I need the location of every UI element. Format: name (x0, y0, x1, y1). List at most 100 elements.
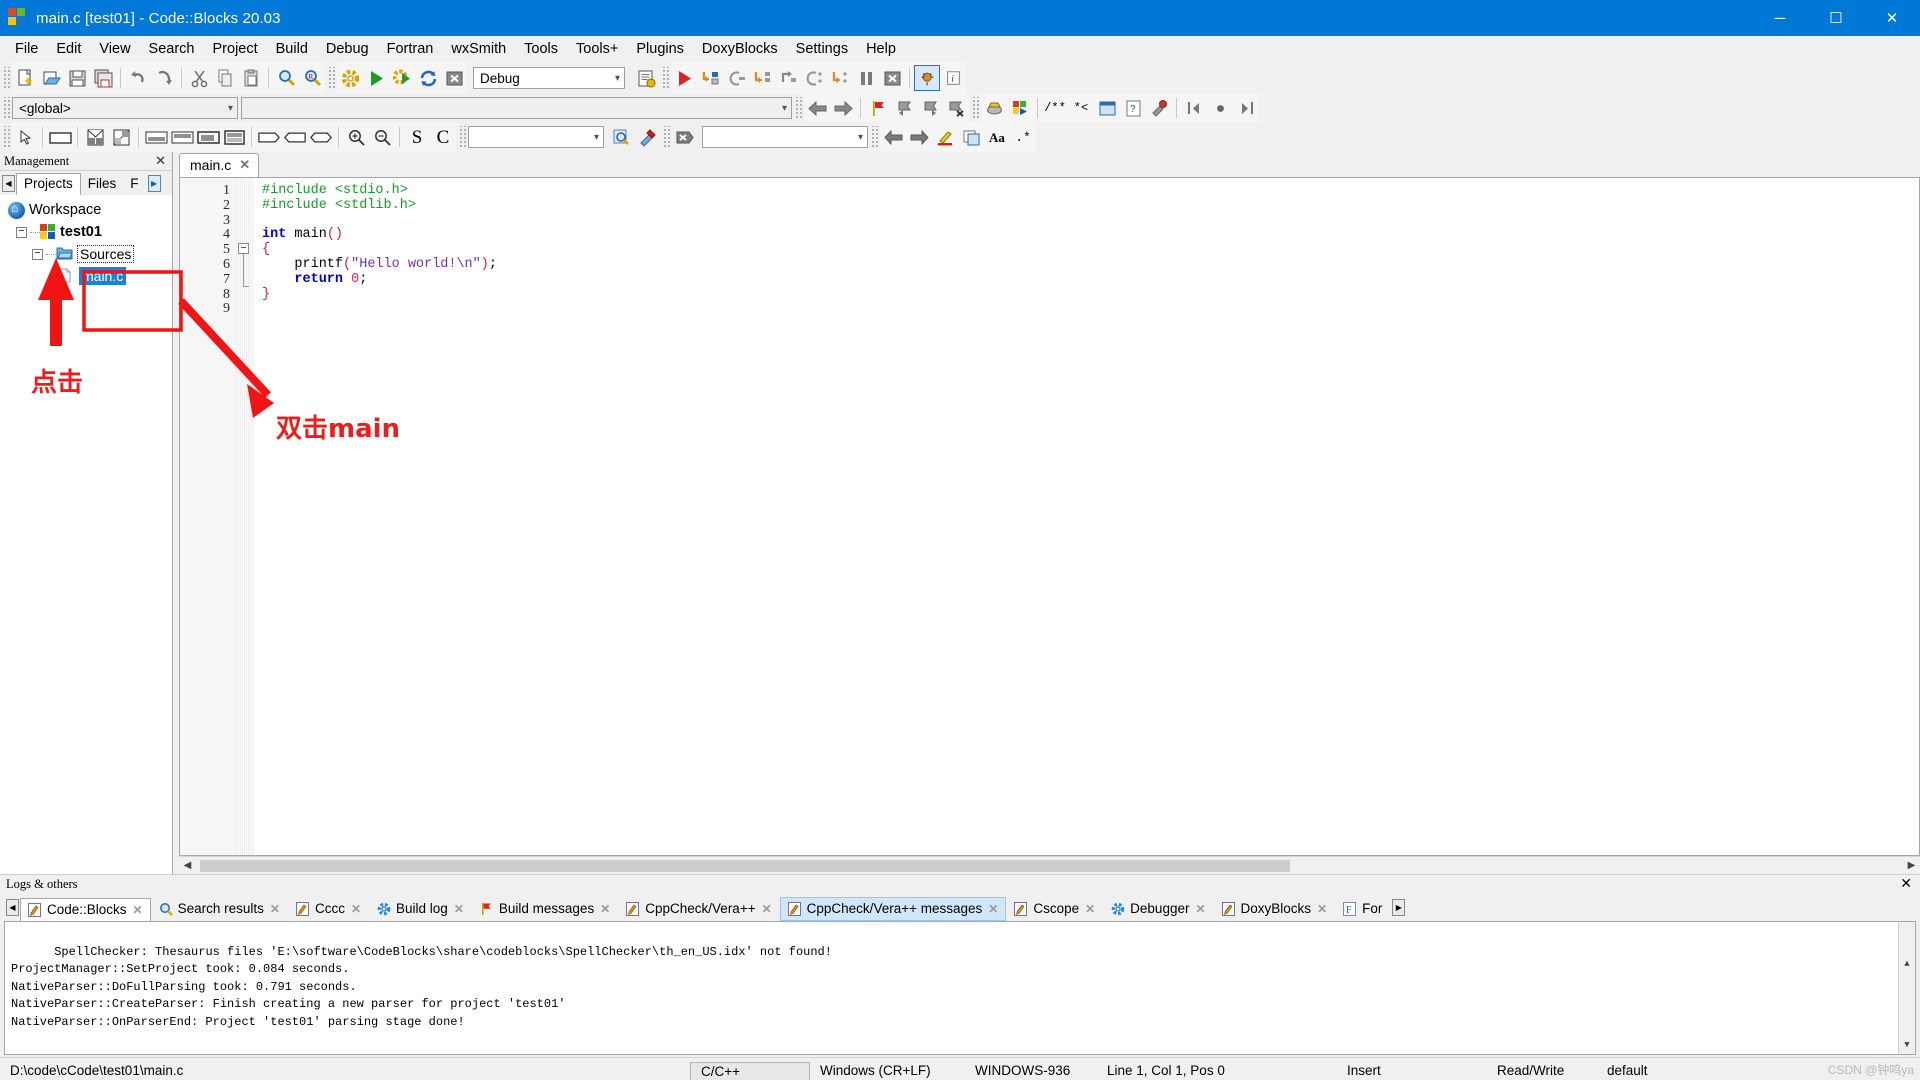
tree-node-workspace[interactable]: Workspace (4, 199, 172, 221)
tabs-scroll-right-icon[interactable]: ▶ (147, 175, 161, 192)
left-align-icon[interactable] (195, 124, 221, 150)
search-impl-icon[interactable] (634, 124, 660, 150)
match-case-icon[interactable]: Aa (984, 124, 1010, 150)
search-decl-icon[interactable] (608, 124, 634, 150)
prev-function-icon[interactable] (1181, 95, 1207, 121)
toggle-bookmark-icon[interactable] (865, 95, 891, 121)
toolbar-grip[interactable] (2, 97, 10, 119)
doxyblocks-comment-icon[interactable]: /** (1042, 95, 1068, 121)
toolbar-grip[interactable] (971, 97, 979, 119)
close-icon[interactable]: ✕ (270, 902, 280, 916)
select-target-icon[interactable] (633, 65, 659, 91)
close-icon[interactable]: ✕ (600, 902, 610, 916)
close-icon[interactable]: ✕ (239, 157, 250, 173)
expander-icon[interactable]: − (32, 248, 43, 260)
close-icon[interactable]: ✕ (762, 902, 772, 916)
replace-icon[interactable]: R (299, 65, 325, 91)
find-icon[interactable] (273, 65, 299, 91)
toolbar-grip[interactable] (327, 67, 335, 89)
scroll-left-icon[interactable]: ◀ (179, 858, 196, 874)
box-sizer-icon[interactable] (82, 124, 108, 150)
close-icon[interactable]: ✕ (988, 902, 998, 916)
scrollbar-track[interactable] (196, 858, 1903, 873)
menu-view[interactable]: View (90, 38, 139, 60)
log-tab-debugger[interactable]: Debugger ✕ (1103, 897, 1213, 921)
expander-icon[interactable]: − (16, 226, 27, 238)
close-icon[interactable]: ✕ (133, 903, 143, 917)
log-tab-cscope[interactable]: Cscope ✕ (1006, 897, 1103, 921)
debug-run-to-cursor-icon[interactable] (697, 65, 723, 91)
close-icon[interactable]: ✕ (1085, 902, 1095, 916)
tab-fsymbols[interactable]: F (123, 174, 145, 195)
log-tab-cppcheck-vera[interactable]: CppCheck/Vera++ ✕ (618, 897, 779, 921)
select-all-occurrences-icon[interactable] (958, 124, 984, 150)
log-tab-build-log[interactable]: Build log ✕ (369, 897, 472, 921)
doxyblocks-run-icon[interactable] (1094, 95, 1120, 121)
copy-icon[interactable] (212, 65, 238, 91)
clear-bookmarks-icon[interactable] (943, 95, 969, 121)
log-tab-cccc[interactable]: Cccc ✕ (288, 897, 369, 921)
zoom-out-icon[interactable] (369, 124, 395, 150)
log-tab-doxyblocks[interactable]: DoxyBlocks ✕ (1214, 897, 1336, 921)
editor-horizontal-scrollbar[interactable]: ◀ ▶ (179, 856, 1920, 874)
paste-icon[interactable] (238, 65, 264, 91)
goto-combo[interactable]: ▾ (702, 126, 868, 148)
expand-icon[interactable] (308, 124, 334, 150)
scroll-down-icon[interactable]: ▼ (1899, 1038, 1915, 1054)
close-icon[interactable]: ✕ (1900, 876, 1920, 893)
back-icon[interactable] (804, 95, 830, 121)
clear-icon[interactable] (672, 124, 698, 150)
debug-next-line-icon[interactable] (723, 65, 749, 91)
shrink-icon[interactable] (282, 124, 308, 150)
fold-toggle-icon[interactable]: − (238, 243, 249, 254)
debug-next-instruction-icon[interactable] (801, 65, 827, 91)
menu-search[interactable]: Search (140, 38, 204, 60)
scroll-up-icon[interactable]: ▲ (1899, 957, 1915, 973)
menu-project[interactable]: Project (204, 38, 267, 60)
run-icon[interactable] (363, 65, 389, 91)
logs-scroll-right-icon[interactable]: ▶ (1392, 899, 1406, 916)
toolbar-grip[interactable] (662, 126, 670, 148)
pointer-icon[interactable] (12, 124, 38, 150)
tab-files[interactable]: Files (81, 174, 124, 195)
log-tab-search-results[interactable]: Search results ✕ (151, 897, 288, 921)
open-file-icon[interactable] (38, 65, 64, 91)
scroll-right-icon[interactable]: ▶ (1903, 858, 1920, 874)
regex-icon[interactable]: .* (1010, 124, 1036, 150)
maximize-button[interactable]: ☐ (1808, 0, 1864, 36)
close-icon[interactable]: ✕ (454, 902, 464, 916)
tabs-scroll-left-icon[interactable]: ◀ (2, 175, 15, 192)
tree-node-sources[interactable]: − Sources (4, 243, 172, 265)
debug-stop-icon[interactable] (879, 65, 905, 91)
logs-scroll-left-icon[interactable]: ◀ (6, 899, 19, 916)
build-icon[interactable] (337, 65, 363, 91)
tree-node-file-main-c[interactable]: main.c (4, 265, 172, 287)
fortran-icon[interactable] (981, 95, 1007, 121)
prev-bookmark-icon[interactable] (891, 95, 917, 121)
code-editor[interactable]: 1 2 3 4 5 6 7 8 9 − #include <stdio.h> #i… (179, 177, 1920, 856)
codeblocks-icon[interactable] (1007, 95, 1033, 121)
next-bookmark-icon[interactable] (917, 95, 943, 121)
menu-edit[interactable]: Edit (47, 38, 90, 60)
menu-file[interactable]: File (6, 38, 47, 60)
debug-step-out-icon[interactable] (775, 65, 801, 91)
function-combo[interactable]: ▾ (241, 97, 792, 119)
cut-icon[interactable] (186, 65, 212, 91)
top-align-icon[interactable] (143, 124, 169, 150)
log-tab-build-messages[interactable]: Build messages ✕ (472, 897, 618, 921)
debugging-windows-icon[interactable] (914, 65, 940, 91)
doxyblocks-config-icon[interactable] (1146, 95, 1172, 121)
menu-plugins[interactable]: Plugins (627, 38, 693, 60)
build-and-run-icon[interactable] (389, 65, 415, 91)
log-output[interactable]: SpellChecker: Thesaurus files 'E:\softwa… (4, 921, 1916, 1055)
log-tab-codeblocks[interactable]: Code::Blocks ✕ (20, 898, 151, 921)
save-icon[interactable] (64, 65, 90, 91)
debug-step-into-instruction-icon[interactable] (827, 65, 853, 91)
menu-tools-plus[interactable]: Tools+ (567, 38, 627, 60)
toolbar-grip[interactable] (794, 97, 802, 119)
code-content[interactable]: #include <stdio.h> #include <stdlib.h> in… (254, 178, 1919, 855)
menu-help[interactable]: Help (857, 38, 905, 60)
tab-projects[interactable]: Projects (16, 173, 81, 196)
toolbar-grip[interactable] (2, 126, 10, 148)
rebuild-icon[interactable] (415, 65, 441, 91)
